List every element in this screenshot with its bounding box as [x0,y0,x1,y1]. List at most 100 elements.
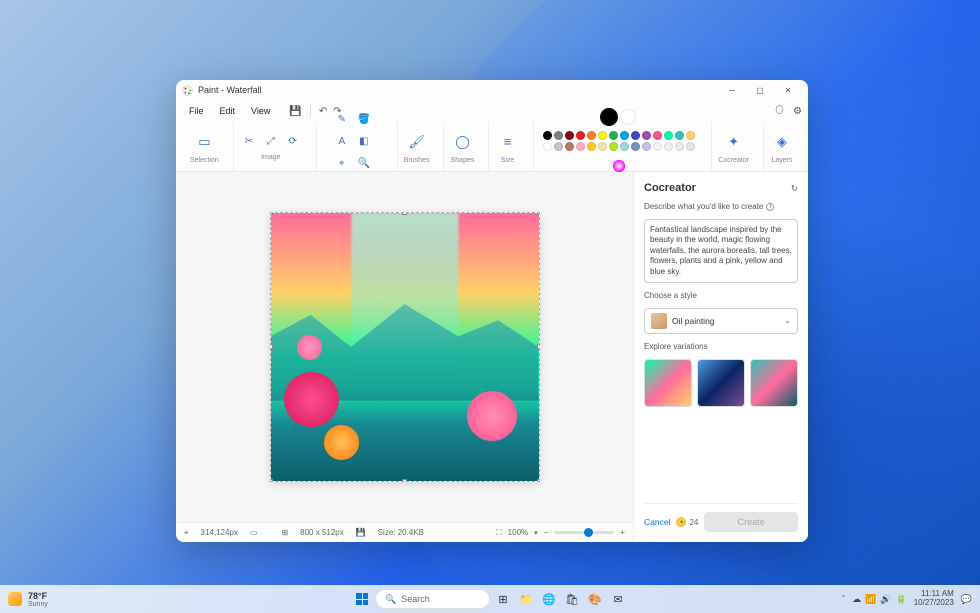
style-select[interactable]: Oil painting ⌄ [644,308,798,334]
volume-icon[interactable]: 🔊 [880,594,891,605]
color-swatch[interactable] [576,142,585,151]
color-swatch[interactable] [664,142,673,151]
outlook-icon[interactable]: ✉ [608,589,628,609]
chevron-down-icon: ⌄ [784,316,791,325]
color-swatch[interactable] [653,131,662,140]
wifi-icon[interactable]: 📶 [865,594,876,605]
canvas[interactable] [270,212,540,482]
start-button[interactable] [352,589,372,609]
weather-temp: 78°F [28,591,48,601]
color-swatch[interactable] [554,131,563,140]
weather-icon [8,592,22,606]
color-swatch[interactable] [686,142,695,151]
onedrive-icon[interactable]: ☁ [852,594,861,605]
stroke-size-icon[interactable]: ≡ [495,130,519,154]
weather-widget[interactable]: 78°F Sunny [8,591,48,608]
notifications-icon[interactable]: 💬 [961,594,972,605]
color-swatch[interactable] [587,142,596,151]
eraser-icon[interactable]: ◧ [355,133,373,151]
color-swatch[interactable] [543,131,552,140]
paint-window: Paint - Waterfall ─ ▢ ✕ File Edit View 💾… [176,80,808,542]
color-swatch[interactable] [675,131,684,140]
copilot-icon[interactable] [774,104,785,118]
color-swatch[interactable] [686,131,695,140]
zoom-slider[interactable] [554,531,614,534]
info-icon[interactable]: i [766,203,774,211]
select-rect-icon[interactable]: ▭ [192,130,216,154]
layers-icon[interactable]: ◈ [770,130,794,154]
fit-screen-icon[interactable]: ⛶ [496,528,502,538]
cocreator-icon[interactable]: ✦ [722,130,746,154]
shapes-icon[interactable]: ◯ [450,130,474,154]
crop-icon[interactable]: ✂ [240,133,258,151]
variation-3[interactable] [750,359,798,407]
rotate-icon[interactable]: ⟳ [284,133,302,151]
ribbon-group-shapes: ◯ Shapes [443,122,480,171]
variations-label: Explore variations [644,342,798,351]
color-swatch[interactable] [565,142,574,151]
minimize-button[interactable]: ─ [718,80,746,100]
settings-icon[interactable]: ⚙ [793,106,802,117]
history-icon[interactable]: ↻ [791,183,798,194]
save-icon[interactable]: 💾 [289,106,301,117]
magnify-icon[interactable]: 🔍 [355,155,373,173]
color-swatch[interactable] [609,142,618,151]
color-swatch[interactable] [664,131,673,140]
generated-image [271,213,539,481]
variation-2[interactable] [697,359,745,407]
task-view-icon[interactable]: ⊞ [493,589,513,609]
color-swatch[interactable] [598,142,607,151]
menu-edit[interactable]: Edit [213,104,243,118]
color-swatch[interactable] [620,142,629,151]
prompt-textarea[interactable]: Fantastical landscape inspired by the be… [644,219,798,283]
battery-icon[interactable]: 🔋 [896,594,907,605]
color-swatch[interactable] [598,131,607,140]
color-swatch[interactable] [565,131,574,140]
status-zoom: 100% [508,528,528,537]
color-swatch[interactable] [609,131,618,140]
maximize-button[interactable]: ▢ [746,80,774,100]
zoom-out-icon[interactable]: − [544,528,549,537]
edge-icon[interactable]: 🌐 [539,589,559,609]
status-filesize: Size: 20.4KB [378,528,424,537]
store-icon[interactable]: 🛍 [562,589,582,609]
variation-1[interactable] [644,359,692,407]
cocreator-panel: Cocreator ↻ Describe what you'd like to … [633,172,808,542]
pencil-icon[interactable]: ✎ [333,111,351,129]
taskbar: 78°F Sunny 🔍 Search ⊞ 📁 🌐 🛍 🎨 ✉ ˆ ☁ 📶 🔊 … [0,585,980,613]
create-button[interactable]: Create [704,512,798,532]
paint-app-icon [182,85,193,96]
color-swatch[interactable] [543,142,552,151]
color-swatch[interactable] [631,142,640,151]
statusbar: ⌖ 314,124px ▭ ⊞ 800 x 512px 💾 Size: 20.4… [176,522,633,542]
menu-view[interactable]: View [244,104,277,118]
explorer-icon[interactable]: 📁 [516,589,536,609]
color-swatch[interactable] [642,142,651,151]
color-swatch[interactable] [642,131,651,140]
zoom-in-icon[interactable]: + [620,528,625,537]
color-secondary[interactable] [620,109,636,125]
text-icon[interactable]: A [333,133,351,151]
chevron-up-icon[interactable]: ˆ [842,594,845,604]
fill-icon[interactable]: 🪣 [355,111,373,129]
color-primary[interactable] [601,109,617,125]
color-swatch[interactable] [631,131,640,140]
chevron-down-icon[interactable]: ▾ [534,529,538,537]
picker-icon[interactable]: ⌖ [333,155,351,173]
color-swatch[interactable] [576,131,585,140]
close-button[interactable]: ✕ [774,80,802,100]
color-swatch[interactable] [620,131,629,140]
paint-taskbar-icon[interactable]: 🎨 [585,589,605,609]
resize-icon[interactable]: ⤢ [262,133,280,151]
color-swatch[interactable] [587,131,596,140]
style-value: Oil painting [672,316,715,326]
titlebar[interactable]: Paint - Waterfall ─ ▢ ✕ [176,80,808,100]
taskbar-search[interactable]: 🔍 Search [375,589,490,609]
color-swatch[interactable] [554,142,563,151]
brush-icon[interactable]: 🖌 [405,130,429,154]
menu-file[interactable]: File [182,104,211,118]
color-swatch[interactable] [653,142,662,151]
color-swatch[interactable] [675,142,684,151]
cancel-button[interactable]: Cancel [644,517,670,527]
system-clock[interactable]: 11:11 AM 10/27/2023 [914,590,954,608]
